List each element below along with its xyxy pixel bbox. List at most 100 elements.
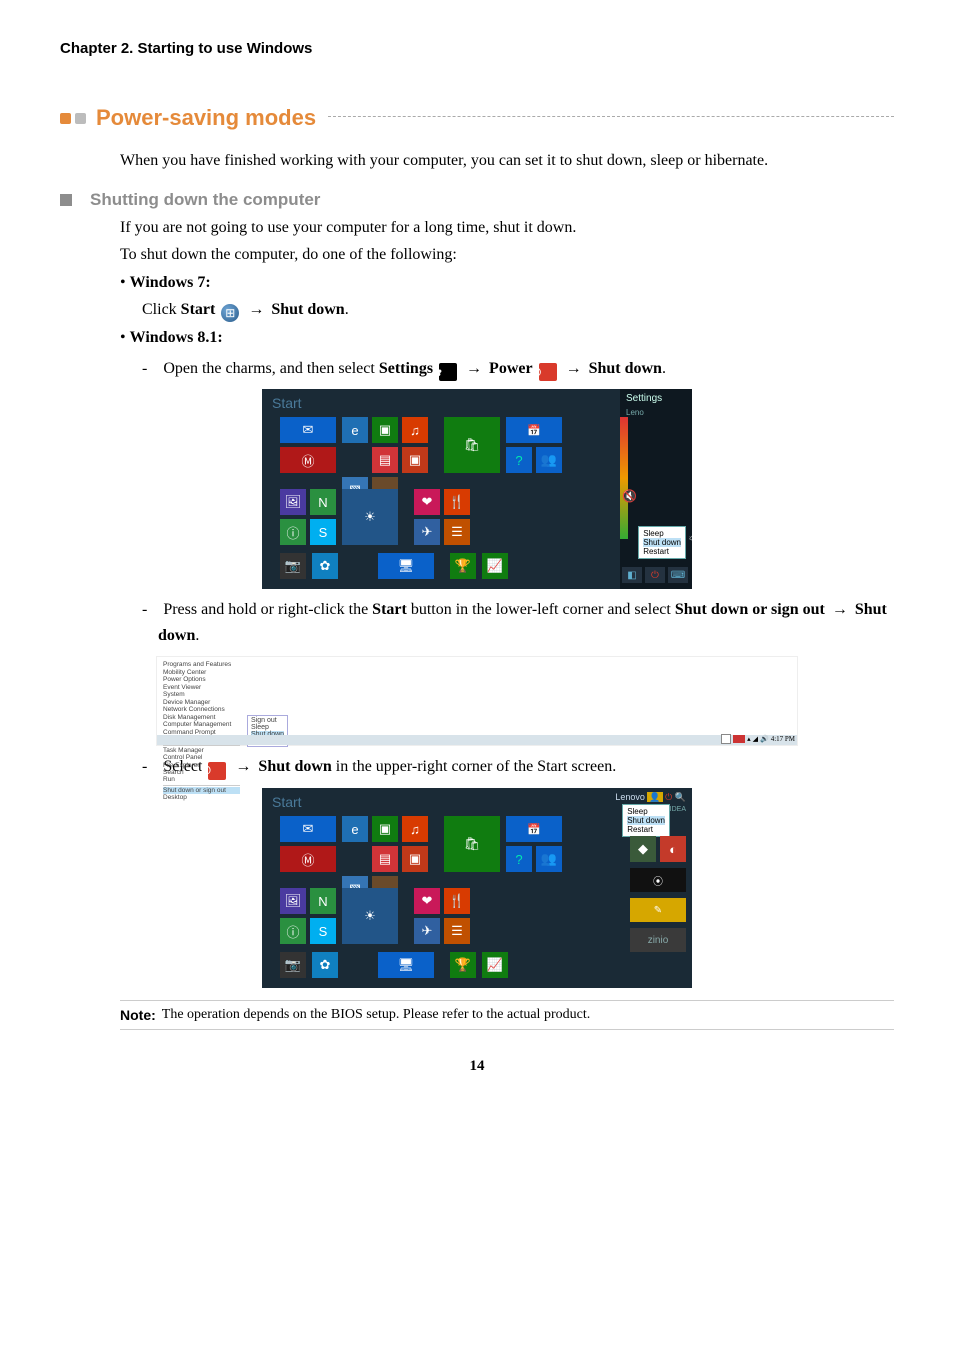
calendar-tile-icon: 📅 [506, 816, 562, 842]
mcafee-tile-icon: Ⓜ [280, 846, 336, 872]
control-tile-icon: ✿ [312, 952, 338, 978]
weather-tile-icon: ☀ [342, 888, 398, 944]
paint-tile-icon: 🖼 [280, 489, 306, 515]
orange-square-icon [60, 113, 71, 124]
desktop-tile-icon: 🖥 [378, 553, 434, 579]
intro-paragraph: When you have finished working with your… [120, 149, 894, 172]
section-title: Power-saving modes [96, 105, 316, 131]
figure-start-power-topright: Start Lenovo 👤 ⏻ 🔍 LENOVO-IDEA Sleep Shu… [262, 788, 692, 988]
mcafee-tile-icon: Ⓜ [280, 447, 336, 473]
xbox-tile-icon: ▣ [372, 816, 398, 842]
fig1-brand-label: Leno [620, 408, 692, 417]
xbox-tile-icon: ▣ [372, 417, 398, 443]
finance-tile-icon: 📈 [482, 952, 508, 978]
reading-tile-icon: ☰ [444, 519, 470, 545]
brightness-icon: ☼ [688, 533, 692, 542]
zinio-tile: zinio [630, 928, 686, 952]
skype-tile-icon: S [310, 519, 336, 545]
video-tile-icon: ▣ [402, 447, 428, 473]
settings-charm-panel: Settings Leno 🔇 Sleep Shut down Restart … [620, 389, 692, 589]
figure-start-settings-charm: Start ✉ Ⓜ e ▣ ♫ ▤ ▣ ▧ ☁ [262, 389, 692, 589]
bullet-win7: Windows 7: [120, 271, 894, 294]
taskbar [157, 735, 797, 745]
charm-accent-icon [620, 417, 628, 539]
travel-tile-icon: ✈ [414, 519, 440, 545]
sub-paragraph-1: If you are not going to use your compute… [120, 216, 894, 239]
volume-icon: 🔇 [622, 489, 637, 503]
figure-winx-menu: Programs and Features Mobility Center Po… [156, 656, 798, 746]
note-text: The operation depends on the BIOS setup.… [162, 1007, 590, 1023]
news-tile-icon: ▤ [372, 447, 398, 473]
health-tile-icon: ❤ [414, 888, 440, 914]
subsection-title: Shutting down the computer [90, 190, 320, 210]
sub-paragraph-2: To shut down the computer, do one of the… [120, 243, 894, 266]
weather-tile-icon: ☀ [342, 489, 398, 545]
win7-instruction: Click Start ⊞ → Shut down. [142, 298, 894, 323]
arrow-icon: → [566, 360, 582, 377]
charm-power-icon: ⏻ [645, 567, 665, 583]
app-tile-icon: ⓘ [280, 918, 306, 944]
user-avatar-icon: 👤 [647, 792, 662, 802]
games-tile-icon: 🏆 [450, 553, 476, 579]
fig3-power-popup: Sleep Shut down Restart [622, 804, 670, 837]
start-orb-icon: ⊞ [221, 304, 239, 322]
app2-tile-icon: ◆ [630, 836, 656, 862]
settings-charm-title: Settings [620, 389, 692, 408]
onenote-tile-icon: N [310, 489, 336, 515]
people-tile-icon: 👥 [536, 846, 562, 872]
win81-charms-instruction: Open the charms, and then select Setting… [142, 356, 894, 382]
winx-menu-list: Programs and Features Mobility Center Po… [163, 661, 240, 801]
calendar-tile-icon: 📅 [506, 417, 562, 443]
win81-upperright-instruction: Select ⏻ → Shut down in the upper-right … [142, 754, 894, 780]
camera-tile-icon: 📷 [280, 553, 306, 579]
health-tile-icon: ❤ [414, 489, 440, 515]
gray-square-icon [75, 113, 86, 124]
tray-volume-icon: 🔊 [760, 735, 769, 743]
bullet-win81: Windows 8.1: [120, 326, 894, 349]
app4-tile-icon: ✎ [630, 898, 686, 922]
music-tile-icon: ♫ [402, 816, 428, 842]
reading-tile-icon: ☰ [444, 918, 470, 944]
ie-tile-icon: e [342, 816, 368, 842]
tray-network-icon: ◢ [753, 735, 758, 743]
arrow-icon: → [466, 360, 482, 377]
control-tile-icon: ✿ [312, 553, 338, 579]
subsection-bullet-icon [60, 194, 72, 206]
powerdvd-tile-icon: ⦿ [630, 868, 686, 892]
games-tile-icon: 🏆 [450, 952, 476, 978]
settings-gear-icon: ✿ [439, 363, 457, 381]
tray-red-icon [733, 735, 745, 743]
chapter-heading: Chapter 2. Starting to use Windows [60, 40, 894, 57]
win81-rightclick-instruction: Press and hold or right-click the Start … [142, 597, 894, 648]
tray-chevron-icon: ▴ [747, 735, 751, 743]
fig1-start-label: Start [272, 395, 302, 411]
app-tile-icon: ⓘ [280, 519, 306, 545]
mail-tile-icon: ✉ [280, 816, 336, 842]
desktop-tile-icon: 🖥 [378, 952, 434, 978]
camera-tile-icon: 📷 [280, 952, 306, 978]
app3-tile-icon: ◐ [660, 836, 686, 862]
finance-tile-icon: 📈 [482, 553, 508, 579]
news-tile-icon: ▤ [372, 846, 398, 872]
paint-tile-icon: 🖼 [280, 888, 306, 914]
help-tile-icon: ? [506, 846, 532, 872]
tray-time: 4:17 PM [771, 735, 795, 743]
fig3-start-label: Start [272, 794, 302, 810]
people-tile-icon: 👥 [536, 447, 562, 473]
ie-tile-icon: e [342, 417, 368, 443]
flag-icon [721, 734, 731, 744]
help-tile-icon: ? [506, 447, 532, 473]
skype-tile-icon: S [310, 918, 336, 944]
travel-tile-icon: ✈ [414, 918, 440, 944]
note-row: Note: The operation depends on the BIOS … [120, 1000, 894, 1030]
food-tile-icon: 🍴 [444, 888, 470, 914]
mail-tile-icon: ✉ [280, 417, 336, 443]
section-title-row: Power-saving modes [60, 105, 894, 131]
notifications-icon: ◧ [622, 567, 642, 583]
power-icon: ⏻ [539, 363, 557, 381]
note-label: Note: [120, 1007, 156, 1023]
food-tile-icon: 🍴 [444, 489, 470, 515]
page-number: 14 [60, 1058, 894, 1075]
system-tray: ▴ ◢ 🔊 4:17 PM [721, 734, 795, 744]
store-tile-icon: 🛍 [444, 417, 500, 473]
